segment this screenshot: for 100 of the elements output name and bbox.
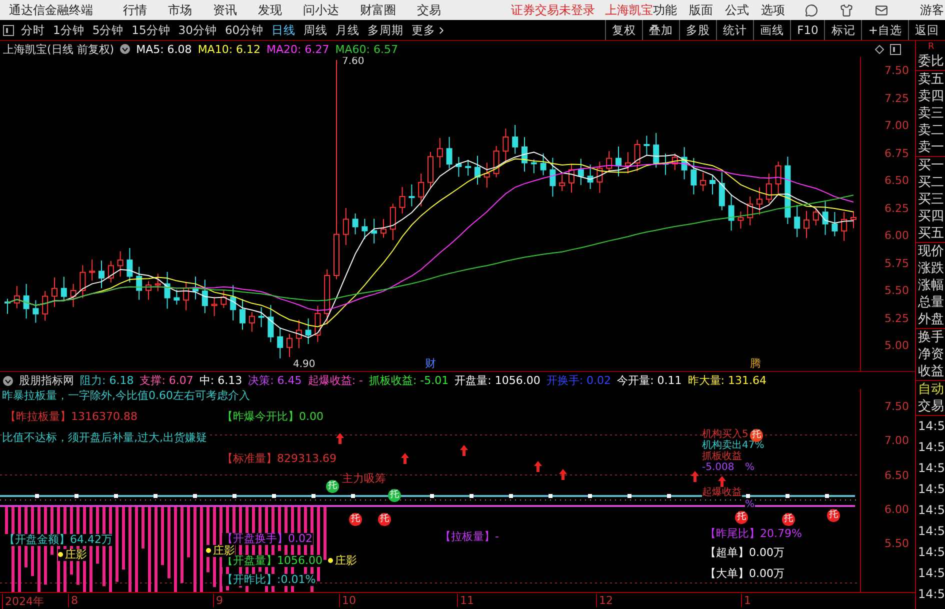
price-tick: 5.25 [884, 312, 910, 324]
indicator-tick: 6.00 [884, 504, 910, 516]
signal-badge: 托 [378, 513, 391, 526]
event-marker: 财 [425, 357, 436, 370]
marker-label: 庄影 [58, 549, 87, 561]
signal-badge: 托 [827, 509, 840, 522]
histogram-bar [324, 506, 326, 560]
quote-label: 外盘 [917, 311, 945, 328]
quote-label: 总量 [917, 294, 945, 311]
up-arrow-icon [559, 469, 567, 480]
marker-label: 庄影 [206, 545, 235, 557]
mail-icon[interactable] [875, 4, 888, 16]
quote-label: 净资 [917, 346, 945, 363]
price-tick: 5.50 [884, 285, 910, 297]
price-tick: 7.00 [884, 120, 910, 132]
period-tab[interactable]: 分时 [17, 22, 49, 38]
date-tick: 11 [457, 594, 474, 607]
signal-badge: 托 [735, 511, 748, 524]
period-tab[interactable]: 多周期 [364, 22, 408, 38]
marker-label: 庄影 [328, 555, 357, 567]
quote-label: 买四 [917, 208, 945, 225]
indicator-value: 开盘量: 1056.00 [454, 373, 540, 388]
panel-toggle-icon[interactable] [890, 44, 901, 54]
diamond-icon[interactable] [875, 44, 884, 54]
period-tab[interactable]: 60分钟 [220, 22, 268, 38]
indicator-label: 比值不达标，须开盘后补量,过大,出货嫌疑 [2, 432, 207, 444]
histogram-bar [187, 506, 190, 558]
period-tab[interactable]: 日线 [268, 22, 300, 38]
signal-badge: 托 [326, 480, 339, 493]
histogram-bar [161, 506, 164, 566]
indicator-label: 【开盘金额】64.42万 [4, 534, 112, 546]
histogram-bar [142, 506, 144, 549]
trade-time: 14:5 [917, 502, 945, 519]
signal-badge: 托 [388, 489, 401, 502]
up-arrow-icon [691, 471, 699, 482]
quote-label: 涨幅 [917, 277, 945, 294]
price-tick: 5.75 [884, 258, 910, 270]
price-tick: 7.25 [884, 92, 910, 104]
auto-tab[interactable]: 自动 [916, 381, 945, 398]
indicator-value: 今开量: 0.11 [617, 373, 682, 388]
app-title: 通达信金融终端 [9, 2, 93, 18]
quote-label: 收益 [917, 363, 945, 380]
up-arrow-icon [460, 445, 468, 456]
login-notice[interactable]: 证券交易未登录 [511, 2, 595, 18]
trade-time: 14:5 [917, 481, 945, 498]
menu-item[interactable]: 问小达 [303, 2, 339, 18]
indicator-label: 起爆收益 [702, 487, 742, 499]
period-tab[interactable]: 1分钟 [49, 22, 88, 38]
price-tick: 6.25 [884, 202, 910, 214]
up-arrow-icon [401, 453, 409, 464]
date-tick: 9 [213, 594, 223, 607]
indicator-tick: 7.00 [884, 435, 910, 448]
trade-time: 14:5 [917, 565, 945, 582]
dropdown-icon[interactable] [120, 44, 130, 54]
date-tick: 10 [339, 594, 356, 607]
trade-tab[interactable]: 交易 [916, 398, 945, 415]
panel-toggle-icon[interactable] [3, 24, 14, 36]
period-tab[interactable]: 5分钟 [88, 22, 128, 38]
up-arrow-icon [718, 476, 726, 487]
trade-time: 14:5 [917, 418, 945, 435]
signal-badge: 托 [782, 513, 795, 526]
menu-item[interactable]: 发现 [258, 2, 282, 18]
moving-average-value: MA10: 6.12 [198, 42, 261, 56]
indicator-label: 机构买入5 [702, 429, 748, 441]
menu-item[interactable]: 选项 [761, 2, 785, 18]
indicator-label: 【开盘换手】0.02 [222, 533, 312, 545]
trade-time: 14:5 [917, 439, 945, 456]
period-tab[interactable]: 30分钟 [174, 22, 221, 38]
indicator-value: 支撑: 6.07 [140, 373, 194, 388]
quote-label: 买五 [917, 225, 945, 242]
menu-item[interactable]: 交易 [417, 2, 441, 18]
period-tab[interactable]: 月线 [332, 22, 364, 38]
trade-time: 14:5 [917, 460, 945, 477]
quote-label: 卖四 [917, 88, 945, 105]
indicator-label: 主力吸筹 [342, 473, 386, 485]
date-tick: 1 [741, 594, 751, 607]
more-button[interactable]: 更多 [408, 22, 451, 38]
price-tick: 6.50 [884, 175, 910, 187]
quote-label: 卖三 [917, 105, 945, 122]
quote-label: 卖一 [917, 139, 945, 156]
menu-item[interactable]: 版面 [689, 2, 713, 18]
indicator-name: 股朋指标网 [19, 373, 74, 388]
period-tab[interactable]: 周线 [300, 22, 332, 38]
shirt-icon[interactable] [840, 4, 853, 16]
moving-average-value: MA5: 6.08 [136, 42, 192, 56]
menu-item[interactable]: 资讯 [213, 2, 237, 18]
moving-average-value: MA60: 6.57 [335, 42, 398, 56]
moving-average-value: MA20: 6.27 [266, 42, 330, 56]
menu-item[interactable]: 财富圈 [360, 2, 396, 18]
dropdown-icon[interactable] [3, 376, 13, 386]
user-name[interactable]: 游客 [920, 2, 944, 18]
menu-item[interactable]: 行情 [123, 2, 147, 18]
trade-time: 14:5 [917, 586, 945, 603]
menu-item[interactable]: 市场 [168, 2, 192, 18]
menu-item[interactable]: 公式 [725, 2, 749, 18]
indicator-tick: 5.50 [884, 538, 910, 550]
chat-icon[interactable] [805, 4, 818, 16]
indicator-value: 决策: 6.45 [248, 373, 302, 388]
menu-item[interactable]: 功能 [653, 2, 677, 18]
period-tab[interactable]: 15分钟 [128, 22, 174, 38]
